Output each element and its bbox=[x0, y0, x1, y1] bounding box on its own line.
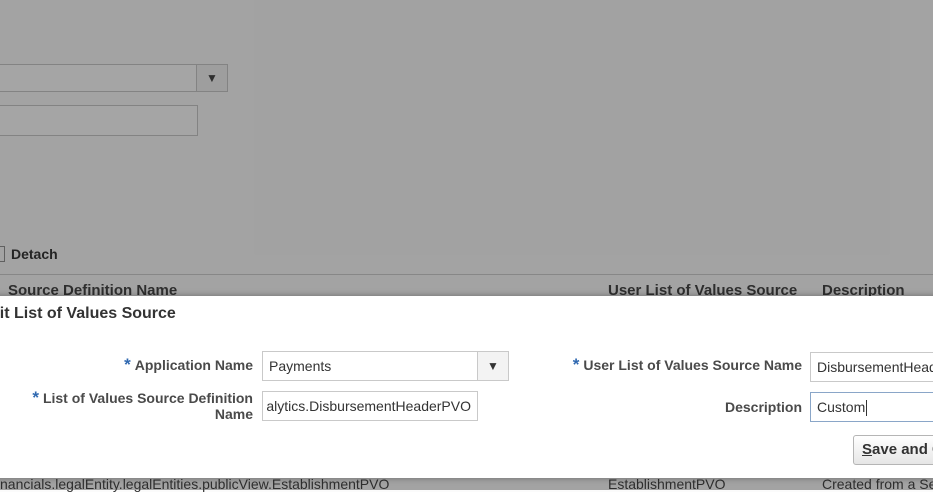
lov-source-definition-input[interactable]: alytics.DisbursementHeaderPVO bbox=[262, 391, 478, 421]
user-lov-source-name-input[interactable]: DisbursementHead bbox=[810, 352, 933, 382]
application-name-label: * Application Name bbox=[124, 355, 253, 374]
application-name-select[interactable]: Payments ▼ bbox=[262, 351, 509, 381]
description-input[interactable]: Custom bbox=[810, 392, 933, 422]
required-marker: * bbox=[124, 355, 131, 374]
required-marker: * bbox=[572, 355, 580, 374]
application-name-value: Payments bbox=[269, 358, 332, 374]
text-caret bbox=[866, 400, 868, 417]
user-lov-source-name-label: * User List of Values Source Name bbox=[572, 355, 802, 374]
dialog-title: dit List of Values Source bbox=[0, 305, 176, 322]
chevron-down-icon[interactable]: ▼ bbox=[477, 352, 508, 380]
lov-source-definition-label: * List of Values Source Definition Name bbox=[32, 388, 253, 422]
edit-lov-source-dialog: dit List of Values Source * Application N… bbox=[0, 296, 933, 478]
save-and-close-button[interactable]: Save and C bbox=[853, 435, 933, 465]
required-marker: * bbox=[32, 388, 39, 407]
description-label: Description bbox=[724, 399, 802, 415]
